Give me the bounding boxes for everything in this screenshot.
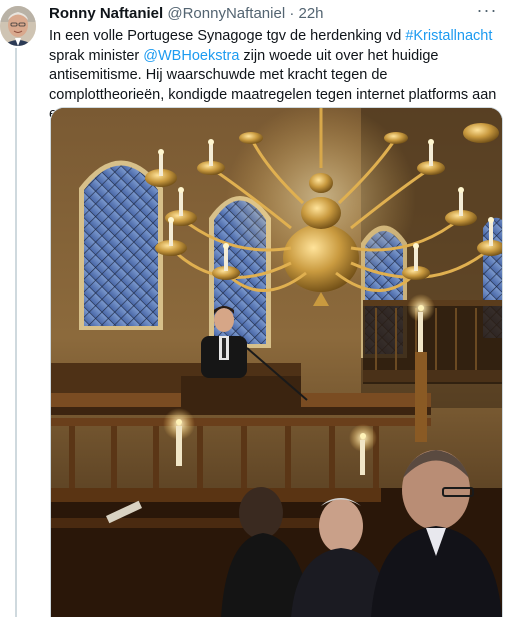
- more-horizontal-icon: ···: [476, 0, 498, 20]
- synagogue-photo: [51, 108, 502, 617]
- tweet-photo[interactable]: [50, 107, 503, 617]
- tweet[interactable]: Ronny Naftaniel @RonnyNaftaniel · 22h ··…: [0, 0, 506, 617]
- tweet-text-part: sprak minister: [49, 47, 144, 64]
- user-avatar-icon: [0, 6, 36, 46]
- tweet-text-part: In een volle Portugese Synagoge tgv de h…: [49, 28, 406, 44]
- tweet-timestamp[interactable]: 22h: [299, 5, 324, 22]
- author-display-name[interactable]: Ronny Naftaniel: [49, 5, 163, 22]
- hashtag-link[interactable]: #Kristallnacht: [405, 28, 492, 44]
- author-handle[interactable]: @RonnyNaftaniel: [167, 5, 285, 22]
- mention-link[interactable]: @WBHoekstra: [143, 48, 239, 64]
- thread-connector-line: [15, 48, 17, 617]
- header-separator: ·: [289, 5, 295, 22]
- tweet-header: Ronny Naftaniel @RonnyNaftaniel · 22h: [49, 5, 476, 23]
- author-avatar[interactable]: [0, 6, 36, 46]
- more-options-button[interactable]: ···: [476, 0, 498, 21]
